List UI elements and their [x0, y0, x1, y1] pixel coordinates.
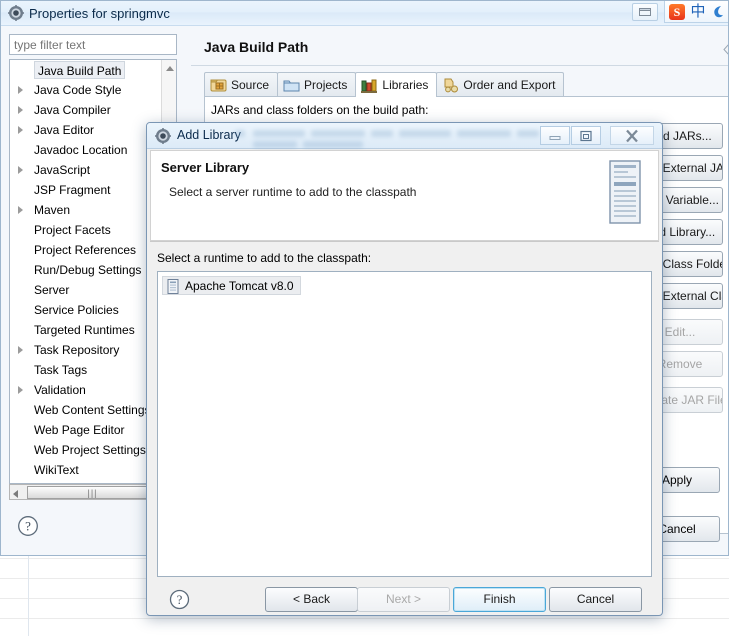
ime-language-mode[interactable]: 中 [689, 3, 707, 21]
add-library-dialog: Add Library Server Library Select a serv… [146, 122, 663, 616]
dialog-header-subtitle: Select a server runtime to add to the cl… [169, 185, 417, 199]
dialog-title: Add Library [177, 128, 241, 142]
sidebar-item-label: Java Build Path [34, 61, 126, 79]
libraries-icon [361, 79, 378, 93]
runtime-prompt-label: Select a runtime to add to the classpath… [157, 251, 372, 265]
sidebar-item-label: Service Policies [34, 303, 119, 317]
sogou-logo-icon[interactable]: S [669, 4, 685, 20]
maximize-button[interactable] [571, 126, 601, 145]
sidebar-item-label: Java Code Style [34, 83, 122, 97]
tab-label: Projects [304, 78, 348, 92]
scroll-left-arrow-icon[interactable] [13, 490, 18, 498]
sidebar-item-label: Task Repository [34, 343, 120, 357]
search-input[interactable] [9, 34, 177, 55]
tab-order-and-export[interactable]: Order and Export [436, 72, 565, 97]
tab-projects[interactable]: Projects [277, 72, 357, 97]
back-button[interactable]: < Back [265, 587, 358, 612]
projects-icon [283, 80, 300, 92]
tab-label: Libraries [382, 78, 429, 92]
next-button: Next > [357, 587, 450, 612]
sidebar-item-java-build-path[interactable]: Java Build Path [10, 60, 176, 80]
tab-bar: Source Projects Libraries Order and Export [204, 72, 565, 97]
dialog-footer: ? < Back Next > Finish Cancel [147, 585, 662, 615]
dialog-header-title: Server Library [161, 160, 250, 175]
expand-arrow-icon[interactable] [18, 206, 23, 214]
sidebar-item-label: Java Compiler [34, 103, 111, 117]
dialog-header: Server Library Select a server runtime t… [150, 150, 659, 241]
minimize-button[interactable] [540, 126, 570, 145]
order-export-icon [444, 78, 459, 93]
finish-button[interactable]: Finish [453, 587, 546, 612]
sidebar-item-java-compiler[interactable]: Java Compiler [10, 100, 176, 120]
expand-arrow-icon[interactable] [18, 86, 23, 94]
sidebar-item-label: Validation [34, 383, 86, 397]
content-separator [191, 65, 728, 66]
sidebar-item-label: Task Tags [34, 363, 88, 377]
titlebar-ghost-content [235, 126, 565, 148]
page-title: Java Build Path [204, 39, 309, 55]
maximize-icon [580, 130, 592, 141]
sidebar-item-label: Server [34, 283, 70, 297]
sidebar-item-label: Project References [34, 243, 137, 257]
sidebar-item-label: Web Project Settings [34, 443, 146, 457]
close-icon [626, 129, 638, 142]
sidebar-item-java-code-style[interactable]: Java Code Style [10, 80, 176, 100]
restore-icon [639, 8, 651, 16]
svg-text:?: ? [25, 519, 31, 534]
restore-button[interactable] [632, 3, 658, 21]
expand-arrow-icon[interactable] [18, 126, 23, 134]
sidebar-item-label: Project Facets [34, 223, 111, 237]
expand-arrow-icon[interactable] [18, 106, 23, 114]
sidebar-item-label: Javadoc Location [34, 143, 128, 157]
scrollbar-thumb[interactable]: ||| [27, 486, 157, 499]
moon-icon[interactable] [710, 5, 724, 19]
server-tower-icon [609, 160, 641, 224]
list-item-label: Apache Tomcat v8.0 [185, 279, 294, 293]
eclipse-gear-icon [8, 5, 24, 21]
sidebar-item-label: Web Content Settings [34, 403, 151, 417]
server-runtime-icon [167, 279, 179, 294]
sidebar-item-label: JSP Fragment [34, 183, 111, 197]
cancel-button[interactable]: Cancel [549, 587, 642, 612]
back-arrow-icon[interactable] [722, 41, 729, 58]
tab-label: Order and Export [463, 78, 556, 92]
minimize-icon [549, 135, 561, 140]
runtime-list[interactable]: Apache Tomcat v8.0 [157, 271, 652, 577]
sidebar-item-label: Web Page Editor [34, 423, 125, 437]
window-title: Properties for springmvc [29, 6, 170, 21]
dialog-titlebar: Add Library [147, 123, 662, 149]
scrollbar-grip-icon: ||| [87, 488, 98, 498]
source-folder-icon [210, 79, 227, 92]
expand-arrow-icon[interactable] [18, 346, 23, 354]
tab-libraries[interactable]: Libraries [355, 72, 438, 97]
eclipse-gear-icon [155, 128, 171, 144]
expand-arrow-icon[interactable] [18, 386, 23, 394]
window-titlebar: Properties for springmvc S 中 [1, 1, 728, 26]
svg-text:?: ? [177, 593, 183, 607]
filter-field-wrapper [9, 34, 177, 55]
sidebar-item-label: Java Editor [34, 123, 95, 137]
expand-arrow-icon[interactable] [18, 166, 23, 174]
sidebar-item-label: Targeted Runtimes [34, 323, 135, 337]
sogou-ime-widget[interactable]: S 中 [664, 1, 728, 23]
help-icon[interactable]: ? [169, 589, 190, 610]
list-item[interactable]: Apache Tomcat v8.0 [162, 276, 301, 295]
dialog-separator [150, 241, 659, 242]
help-icon[interactable]: ? [17, 515, 39, 537]
sidebar-item-label: Run/Debug Settings [34, 263, 142, 277]
close-button[interactable] [610, 126, 654, 145]
screen: Properties for springmvc S 中 Java Build … [0, 0, 729, 636]
scroll-up-arrow-icon[interactable] [166, 66, 174, 71]
sidebar-item-label: Maven [34, 203, 71, 217]
background-divider [28, 548, 29, 636]
sidebar-item-label: WikiText [34, 463, 79, 477]
build-path-label: JARs and class folders on the build path… [211, 103, 429, 117]
tab-source[interactable]: Source [204, 72, 279, 97]
tab-label: Source [231, 78, 270, 92]
sidebar-item-label: JavaScript [34, 163, 91, 177]
